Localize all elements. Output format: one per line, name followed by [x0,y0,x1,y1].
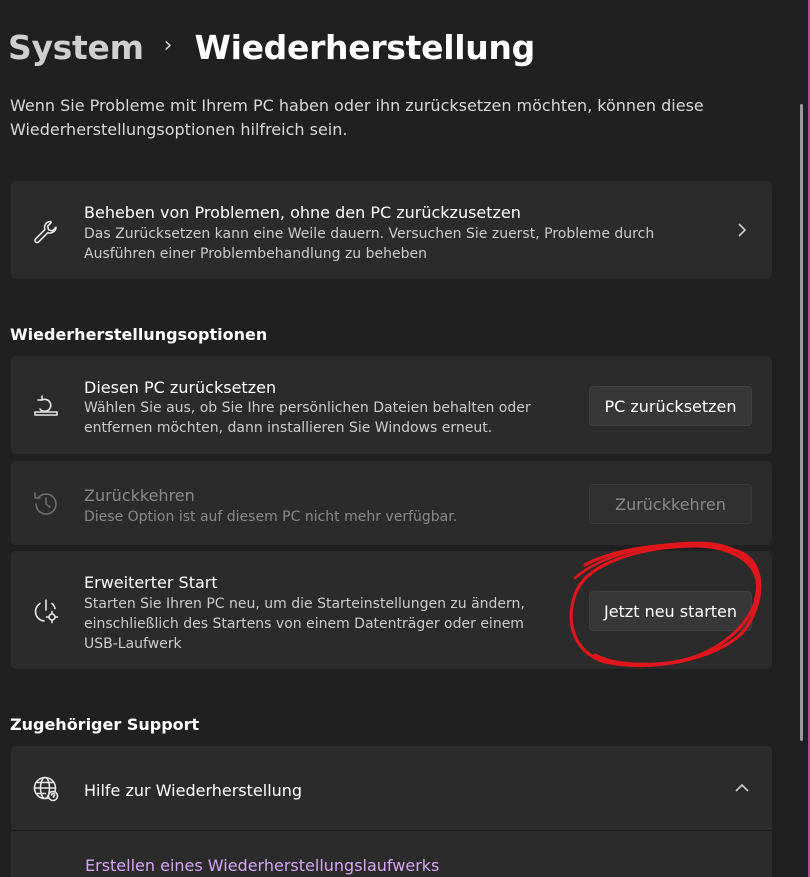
chevron-right-icon [733,221,751,239]
globe-help-icon [31,774,61,804]
breadcrumb-separator: › [163,33,173,58]
reset-pc-description: Wählen Sie aus, ob Sie Ihre persönlichen… [84,400,531,436]
breadcrumb: System › Wiederherstellung [8,28,535,67]
scrollbar-thumb[interactable] [800,104,803,741]
breadcrumb-system-link[interactable]: System [8,28,144,67]
advanced-startup-card: Erweiterter Start Starten Sie Ihren PC n… [11,551,772,669]
divider [11,830,772,831]
advanced-startup-icon [31,596,61,626]
advanced-startup-description: Starten Sie Ihren PC neu, um die Startei… [84,596,525,652]
reset-pc-card: Diesen PC zurücksetzen Wählen Sie aus, o… [11,356,772,454]
troubleshoot-title: Beheben von Problemen, ohne den PC zurüc… [84,203,521,222]
recovery-options-heading: Wiederherstellungsoptionen [10,325,268,344]
recovery-help-title: Hilfe zur Wiederherstellung [84,781,303,800]
reset-pc-icon [31,391,61,421]
go-back-description: Diese Option ist auf diesem PC nicht meh… [84,509,458,525]
go-back-button: Zurückkehren [589,484,752,524]
page-description: Wenn Sie Probleme mit Ihrem PC haben ode… [10,96,704,139]
reset-pc-button[interactable]: PC zurücksetzen [589,386,752,426]
troubleshoot-card[interactable]: Beheben von Problemen, ohne den PC zurüc… [11,181,772,279]
reset-pc-title: Diesen PC zurücksetzen [84,378,277,397]
go-back-title: Zurückkehren [84,486,195,505]
related-support-heading: Zugehöriger Support [10,715,200,734]
chevron-up-icon [733,779,751,797]
restart-now-button[interactable]: Jetzt neu starten [589,591,752,631]
wrench-icon [31,217,61,247]
go-back-card: Zurückkehren Diese Option ist auf diesem… [11,461,772,545]
recovery-help-header[interactable]: Hilfe zur Wiederherstellung [11,746,772,830]
create-recovery-drive-link[interactable]: Erstellen eines Wiederherstellungslaufwe… [85,856,439,875]
troubleshoot-description: Das Zurücksetzen kann eine Weile dauern.… [84,226,655,262]
history-icon [31,489,61,519]
page-title: Wiederherstellung [194,28,535,67]
advanced-startup-title: Erweiterter Start [84,573,218,592]
